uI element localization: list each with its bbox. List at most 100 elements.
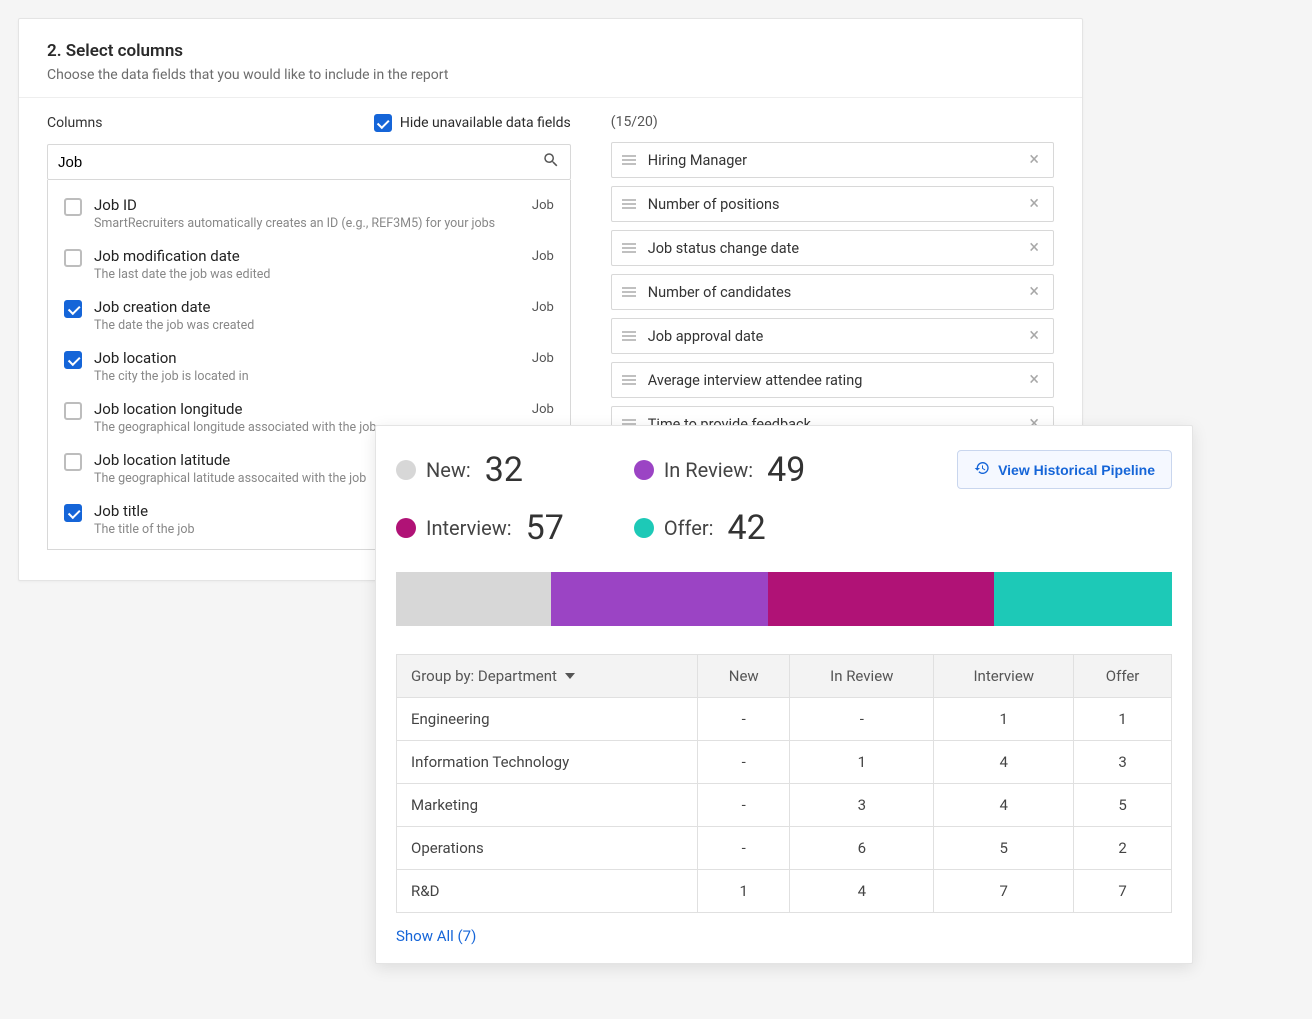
stage-name: Interview: — [426, 516, 512, 540]
table-row: Information Technology-143 — [397, 741, 1172, 784]
bar-segment — [396, 572, 551, 626]
hide-unavailable-checkbox[interactable] — [374, 114, 392, 132]
columns-label: Columns — [47, 115, 102, 131]
row-value: 5 — [934, 827, 1074, 870]
field-category-tag: Job — [532, 402, 554, 417]
drag-handle-icon[interactable] — [622, 331, 636, 341]
view-historical-pipeline-button[interactable]: View Historical Pipeline — [957, 450, 1172, 489]
drag-handle-icon[interactable] — [622, 375, 636, 385]
field-row[interactable]: Job ID SmartRecruiters automatically crea… — [48, 188, 570, 239]
row-value: 3 — [1074, 741, 1172, 784]
pipeline-stats: New: 32 In Review:49 Interview:57 Offer:42 — [396, 450, 805, 548]
stage-dot-icon — [634, 518, 654, 538]
pipeline-stat: Offer:42 — [634, 508, 806, 548]
show-all-link[interactable]: Show All (7) — [396, 927, 476, 945]
table-header: In Review — [790, 655, 934, 698]
selected-field-label: Job approval date — [648, 328, 1014, 345]
row-value: 4 — [934, 784, 1074, 827]
divider — [19, 97, 1082, 98]
pipeline-stat: In Review:49 — [634, 450, 806, 490]
panel-subtitle: Choose the data fields that you would li… — [47, 67, 1054, 83]
drag-handle-icon[interactable] — [622, 243, 636, 253]
drag-handle-icon[interactable] — [622, 199, 636, 209]
selected-field-label: Number of candidates — [648, 284, 1014, 301]
remove-icon[interactable]: × — [1025, 283, 1043, 301]
column-search[interactable] — [47, 144, 571, 180]
field-title: Job ID — [94, 196, 520, 214]
field-row[interactable]: Job location The city the job is located … — [48, 341, 570, 392]
stage-dot-icon — [396, 460, 416, 480]
selected-field-item[interactable]: Number of candidates × — [611, 274, 1054, 310]
table-header: Offer — [1074, 655, 1172, 698]
selected-count: (15/20) — [611, 114, 1054, 130]
row-value: - — [698, 784, 790, 827]
field-text: Job ID SmartRecruiters automatically crea… — [94, 196, 520, 231]
table-row: Marketing-345 — [397, 784, 1172, 827]
stage-dot-icon — [634, 460, 654, 480]
field-text: Job modification dateThe last date the j… — [94, 247, 520, 282]
drag-handle-icon[interactable] — [622, 155, 636, 165]
bar-segment — [551, 572, 768, 626]
groupby-header[interactable]: Group by: Department — [397, 655, 698, 698]
row-value: 1 — [698, 870, 790, 913]
row-value: 2 — [1074, 827, 1172, 870]
remove-icon[interactable]: × — [1025, 195, 1043, 213]
stage-name: New: — [426, 458, 471, 482]
field-description: The city the job is located in — [94, 369, 520, 384]
field-title: Job location — [94, 349, 520, 367]
field-description: The date the job was created — [94, 318, 520, 333]
row-value: 1 — [934, 698, 1074, 741]
row-value: 1 — [790, 741, 934, 784]
stage-name: Offer: — [664, 516, 714, 540]
drag-handle-icon[interactable] — [622, 287, 636, 297]
field-category-tag: Job — [532, 300, 554, 315]
row-label: Engineering — [397, 698, 698, 741]
panel-title: 2. Select columns — [47, 41, 1054, 61]
hide-unavailable-label: Hide unavailable data fields — [400, 115, 571, 131]
search-input[interactable] — [58, 154, 542, 171]
pipeline-panel: New:32In Review:49Interview:57Offer:42 V… — [375, 425, 1193, 964]
field-checkbox[interactable] — [64, 351, 82, 369]
remove-icon[interactable]: × — [1025, 239, 1043, 257]
view-historical-label: View Historical Pipeline — [998, 462, 1155, 478]
field-checkbox[interactable] — [64, 453, 82, 471]
table-row: R&D1477 — [397, 870, 1172, 913]
selected-field-label: Job status change date — [648, 240, 1014, 257]
pipeline-table: Group by: DepartmentNewIn ReviewIntervie… — [396, 654, 1172, 913]
remove-icon[interactable]: × — [1025, 327, 1043, 345]
bar-segment — [994, 572, 1172, 626]
row-value: - — [698, 698, 790, 741]
row-value: 4 — [934, 741, 1074, 784]
field-row[interactable]: Job creation dateThe date the job was cr… — [48, 290, 570, 341]
field-checkbox[interactable] — [64, 504, 82, 522]
field-category-tag: Job — [532, 351, 554, 366]
field-category-tag: Job — [532, 198, 554, 213]
field-text: Job creation dateThe date the job was cr… — [94, 298, 520, 333]
field-description: SmartRecruiters automatically creates an… — [94, 216, 520, 231]
remove-icon[interactable]: × — [1025, 151, 1043, 169]
table-row: Engineering--11 — [397, 698, 1172, 741]
stage-value: 49 — [767, 450, 805, 490]
row-value: - — [790, 698, 934, 741]
selected-field-item[interactable]: Number of positions× — [611, 186, 1054, 222]
field-title: Job modification date — [94, 247, 520, 265]
pipeline-stat: Interview:57 — [396, 508, 564, 548]
field-checkbox[interactable] — [64, 249, 82, 267]
selected-field-item[interactable]: Job status change date × — [611, 230, 1054, 266]
selected-field-item[interactable]: Job approval date × — [611, 318, 1054, 354]
field-checkbox[interactable] — [64, 402, 82, 420]
row-value: 3 — [790, 784, 934, 827]
history-icon — [974, 460, 990, 479]
row-label: Marketing — [397, 784, 698, 827]
stage-value: 32 — [485, 450, 523, 490]
selected-field-item[interactable]: Hiring Manager× — [611, 142, 1054, 178]
field-row[interactable]: Job modification dateThe last date the j… — [48, 239, 570, 290]
hide-unavailable-toggle[interactable]: Hide unavailable data fields — [374, 114, 571, 132]
field-checkbox[interactable] — [64, 300, 82, 318]
caret-down-icon — [565, 673, 575, 679]
selected-field-item[interactable]: Average interview attendee rating× — [611, 362, 1054, 398]
remove-icon[interactable]: × — [1025, 371, 1043, 389]
groupby-label: Group by: Department — [411, 667, 557, 685]
field-checkbox[interactable] — [64, 198, 82, 216]
row-value: 1 — [1074, 698, 1172, 741]
